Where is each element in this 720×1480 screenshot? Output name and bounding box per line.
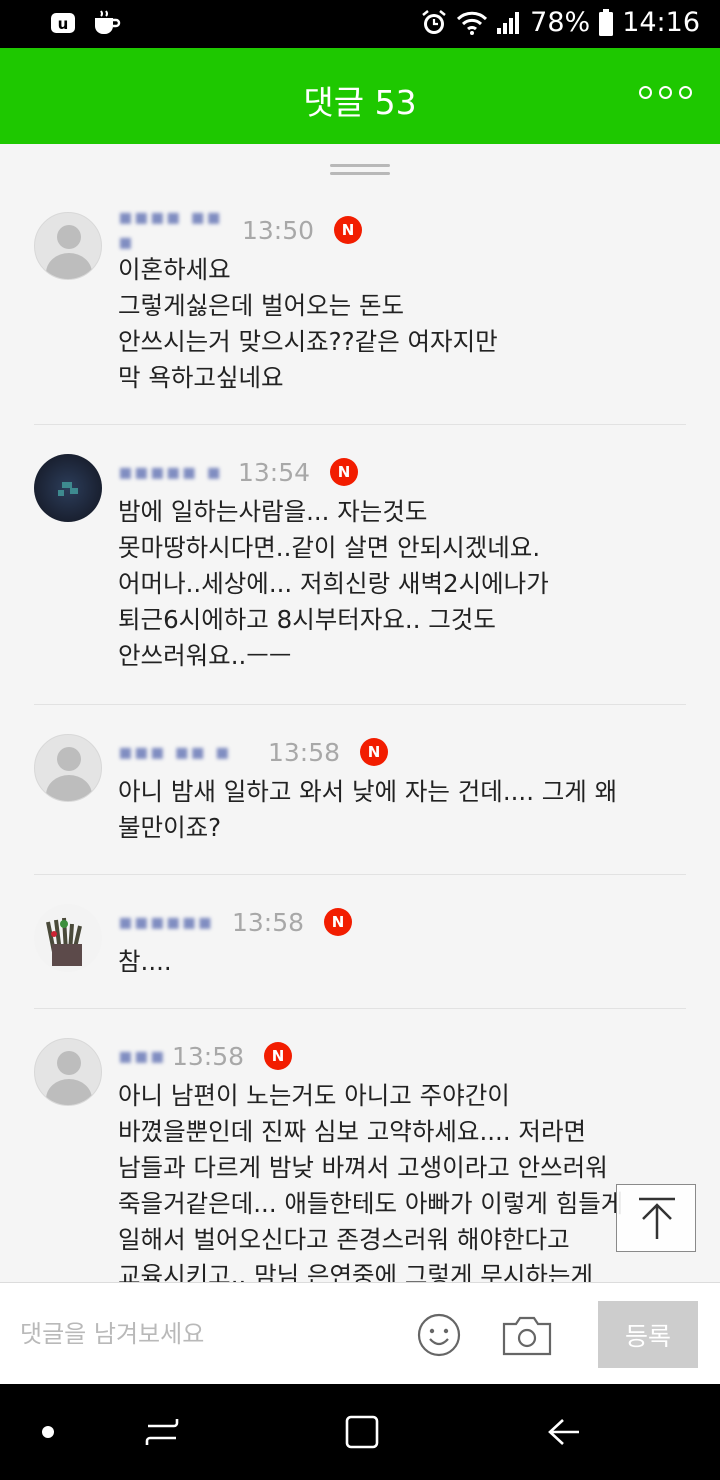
app-notification-icon: u <box>48 8 78 38</box>
comment-item: ▪▪▪▪▪ ▪ 13:54 N 밤에 일하는사람을... 자는것도 못마땅하시다… <box>34 454 686 705</box>
nickname[interactable]: ▪▪▪▪▪▪ <box>118 910 230 935</box>
back-button[interactable] <box>532 1384 596 1480</box>
comment-input-bar: 등록 <box>0 1282 720 1384</box>
submit-button[interactable]: 등록 <box>598 1301 698 1368</box>
default-avatar[interactable] <box>34 1038 102 1106</box>
divider <box>34 1008 686 1009</box>
system-status: 78% 14:16 <box>420 7 700 38</box>
comment-text: 밤에 일하는사람을... 자는것도 못마땅하시다면..같이 살면 안되시겠네요.… <box>118 497 549 670</box>
new-badge: N <box>360 738 389 766</box>
profile-avatar[interactable] <box>34 454 102 522</box>
page-title: 댓글 53 <box>303 83 417 122</box>
comment-list[interactable]: ▪▪▪▪ ▪▪ ▪ 13:50 N 이혼하세요 그렇게싫은데 벌어오는 돈도 안… <box>0 190 720 1282</box>
comment-time: 13:50 <box>242 215 315 245</box>
clock-time: 14:16 <box>622 7 700 38</box>
camera-icon <box>502 1316 552 1356</box>
comment-meta: ▪▪▪ 13:58 N <box>118 1038 293 1074</box>
arrow-up-icon <box>639 1197 675 1239</box>
default-avatar[interactable] <box>34 212 102 280</box>
new-badge: N <box>324 908 353 936</box>
nickname[interactable]: ▪▪▪ ▪▪ ▪ <box>118 740 266 765</box>
nav-dot-button[interactable] <box>20 1384 76 1480</box>
home-button[interactable] <box>330 1384 394 1480</box>
status-bar: u 78% 14:16 <box>0 0 720 48</box>
camera-button[interactable] <box>502 1314 552 1356</box>
drag-handle[interactable] <box>330 164 390 178</box>
comment-time: 13:54 <box>238 457 311 487</box>
nickname[interactable]: ▪▪▪ <box>118 1044 170 1069</box>
divider <box>34 704 686 705</box>
divider <box>34 424 686 425</box>
comment-meta: ▪▪▪▪▪▪ 13:58 N <box>118 904 353 940</box>
comment-time: 13:58 <box>268 737 341 767</box>
wifi-icon <box>457 11 488 35</box>
emoji-button[interactable] <box>416 1312 462 1358</box>
signal-icon <box>497 11 520 34</box>
comment-item: ▪▪▪ ▪▪ ▪ 13:58 N 아니 밤새 일하고 와서 낮에 자는 건데..… <box>34 734 686 875</box>
recents-icon <box>145 1419 179 1445</box>
comment-time: 13:58 <box>172 1041 245 1071</box>
new-badge: N <box>334 216 363 244</box>
more-horizontal-icon <box>639 86 652 99</box>
notification-icons: u <box>48 8 122 38</box>
comment-meta: ▪▪▪▪ ▪▪ ▪ 13:50 N <box>118 205 363 255</box>
home-icon <box>345 1415 379 1449</box>
comment-item: ▪▪▪▪ ▪▪ ▪ 13:50 N 이혼하세요 그렇게싫은데 벌어오는 돈도 안… <box>34 205 686 425</box>
svg-text:u: u <box>58 15 69 33</box>
more-options-button[interactable] <box>639 86 692 99</box>
back-icon <box>548 1419 579 1445</box>
system-nav-bar <box>0 1384 720 1480</box>
recents-button[interactable] <box>130 1384 194 1480</box>
comment-meta: ▪▪▪ ▪▪ ▪ 13:58 N <box>118 734 389 770</box>
comments-header: 댓글 53 <box>0 48 720 144</box>
comment-text: 아니 남편이 노는거도 아니고 주야간이 바꼈을뿐인데 진짜 심보 고약하세요.… <box>118 1081 624 1282</box>
comment-input[interactable] <box>20 1309 390 1359</box>
nickname[interactable]: ▪▪▪▪ ▪▪ ▪ <box>118 205 240 255</box>
battery-percent: 78% <box>530 7 591 38</box>
alarm-icon <box>422 9 446 34</box>
default-avatar[interactable] <box>34 734 102 802</box>
comment-time: 13:58 <box>232 907 305 937</box>
scroll-to-top-button[interactable] <box>616 1184 696 1252</box>
comment-text: 아니 밤새 일하고 와서 낮에 자는 건데.... 그게 왜 불만이죠? <box>118 777 618 842</box>
coffee-icon <box>92 8 122 38</box>
new-badge: N <box>330 458 359 486</box>
new-badge: N <box>264 1042 293 1070</box>
dot-icon <box>42 1426 54 1438</box>
photo-avatar[interactable] <box>34 904 102 972</box>
battery-icon <box>599 8 614 36</box>
comment-text: 이혼하세요 그렇게싫은데 벌어오는 돈도 안쓰시는거 맞으시죠??같은 여자지만… <box>118 255 498 392</box>
smiley-icon <box>417 1313 461 1357</box>
comment-item: ▪▪▪ 13:58 N 아니 남편이 노는거도 아니고 주야간이 바꼈을뿐인데 … <box>34 1038 686 1282</box>
comment-item: ▪▪▪▪▪▪ 13:58 N 참.... <box>34 904 686 1009</box>
comment-meta: ▪▪▪▪▪ ▪ 13:54 N <box>118 454 359 490</box>
divider <box>34 874 686 875</box>
nickname[interactable]: ▪▪▪▪▪ ▪ <box>118 460 236 485</box>
comment-text: 참.... <box>118 947 172 976</box>
